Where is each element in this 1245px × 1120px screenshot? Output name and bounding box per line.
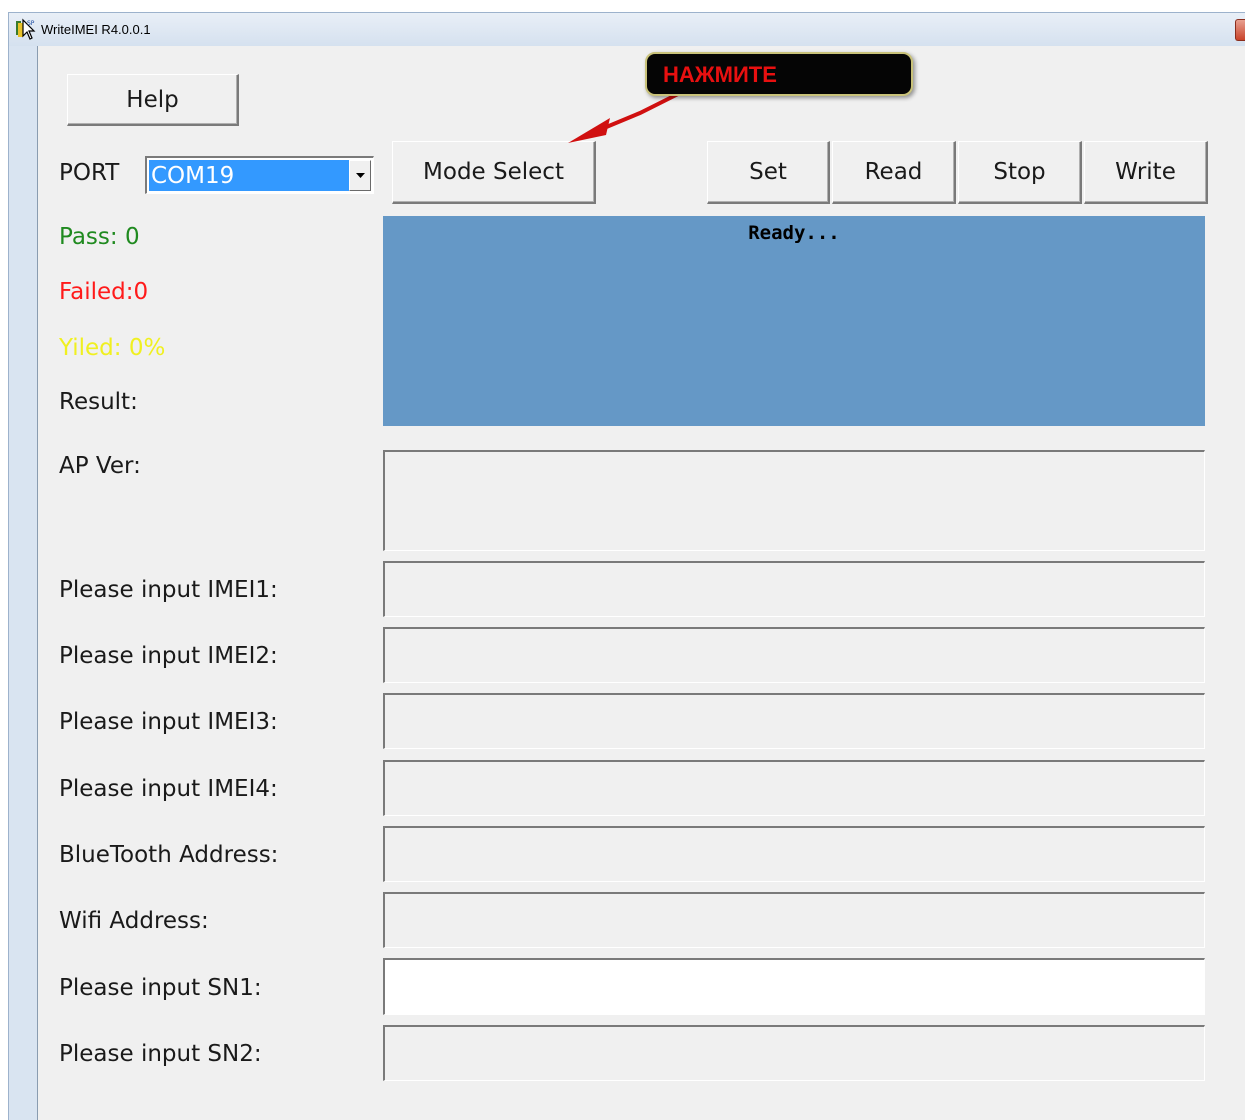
imei1-label: Please input IMEI1: bbox=[59, 577, 278, 603]
bluetooth-address-field[interactable] bbox=[383, 826, 1205, 882]
stop-button[interactable]: Stop bbox=[958, 141, 1082, 204]
imei2-label: Please input IMEI2: bbox=[59, 643, 278, 669]
ap-ver-label: AP Ver: bbox=[59, 453, 141, 479]
imei4-label: Please input IMEI4: bbox=[59, 776, 278, 802]
ap-ver-field bbox=[383, 450, 1205, 551]
status-panel: Ready... bbox=[383, 216, 1205, 426]
port-select[interactable]: COM19 bbox=[145, 156, 374, 194]
imei4-field[interactable] bbox=[383, 760, 1205, 816]
status-text: Ready... bbox=[748, 222, 840, 244]
mode-select-button[interactable]: Mode Select bbox=[392, 141, 596, 204]
sn1-field[interactable] bbox=[383, 958, 1205, 1015]
annotation-callout: НАЖМИТЕ bbox=[645, 52, 913, 96]
sn2-field[interactable] bbox=[383, 1025, 1205, 1081]
close-button[interactable] bbox=[1235, 19, 1245, 41]
window-title: WriteIMEI R4.0.0.1 bbox=[41, 22, 151, 37]
sn2-label: Please input SN2: bbox=[59, 1041, 262, 1067]
wifi-address-field[interactable] bbox=[383, 892, 1205, 948]
svg-text:SP: SP bbox=[27, 20, 35, 27]
chevron-down-icon[interactable] bbox=[349, 160, 371, 191]
port-label: PORT bbox=[59, 160, 120, 186]
callout-text: НАЖМИТЕ bbox=[663, 62, 777, 87]
result-label: Result: bbox=[59, 389, 138, 415]
help-button[interactable]: Help bbox=[67, 74, 239, 126]
imei3-label: Please input IMEI3: bbox=[59, 709, 278, 735]
port-select-value: COM19 bbox=[149, 160, 349, 191]
yield-percent: Yiled: 0% bbox=[59, 335, 166, 361]
imei2-field[interactable] bbox=[383, 627, 1205, 683]
pass-count: Pass: 0 bbox=[59, 224, 140, 250]
failed-count: Failed:0 bbox=[59, 279, 149, 305]
write-button[interactable]: Write bbox=[1084, 141, 1208, 204]
wifi-address-label: Wifi Address: bbox=[59, 908, 209, 934]
read-button[interactable]: Read bbox=[832, 141, 956, 204]
imei3-field[interactable] bbox=[383, 693, 1205, 749]
sn1-label: Please input SN1: bbox=[59, 975, 262, 1001]
imei1-field[interactable] bbox=[383, 561, 1205, 617]
bluetooth-address-label: BlueTooth Address: bbox=[59, 842, 279, 868]
app-icon: SP bbox=[16, 18, 36, 40]
window-frame bbox=[8, 46, 38, 1120]
title-bar: SP WriteIMEI R4.0.0.1 bbox=[8, 12, 1245, 46]
set-button[interactable]: Set bbox=[707, 141, 830, 204]
